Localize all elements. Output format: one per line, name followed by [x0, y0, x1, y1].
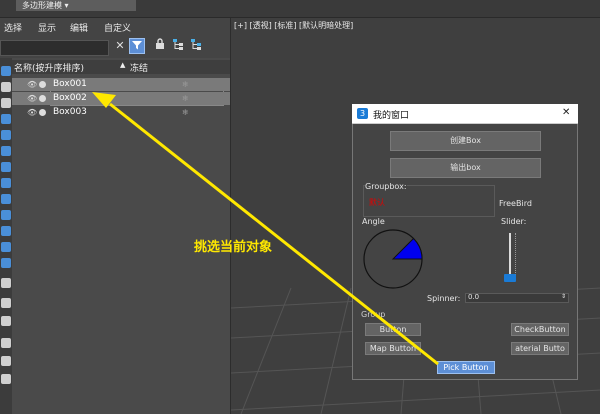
- annotation-text: 挑选当前对象: [194, 240, 273, 255]
- annotation-arrow: [92, 92, 439, 366]
